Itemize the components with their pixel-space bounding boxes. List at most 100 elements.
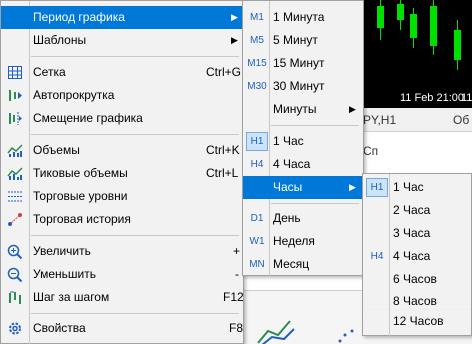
period-item-label: Месяц <box>273 257 310 271</box>
menu-item-label: Торговая история <box>33 212 131 226</box>
menu-item-step-by-step[interactable]: Шаг за шагом F12 <box>1 286 244 309</box>
grid-icon <box>7 65 23 80</box>
menu-item-label: Сетка <box>33 65 66 79</box>
menu-item-label: Уменьшить <box>33 267 96 281</box>
autoscroll-icon <box>7 88 23 103</box>
menu-item-trade-levels[interactable]: Торговые уровни <box>1 185 243 208</box>
hours-submenu: H1 1 Час 2 Часа 3 Часа H4 4 Часа 6 Часов… <box>362 173 472 313</box>
period-item-label: 1 Час <box>273 134 304 148</box>
chart-tab-label[interactable]: PY,H1 <box>363 113 396 127</box>
chart-shift-icon <box>7 111 23 126</box>
timeframe-code: M30 <box>247 81 267 92</box>
timeframe-code: MN <box>249 259 265 270</box>
menu-item-label: Торговые уровни <box>33 189 128 203</box>
submenu-arrow-icon: ▶ <box>231 12 238 22</box>
menu-item-label: Объемы <box>33 143 80 157</box>
menu-item-autoscroll[interactable]: Автопрокрутка <box>1 84 243 107</box>
period-item-mn[interactable]: MN Месяц <box>243 253 363 276</box>
hours-item-3[interactable]: 3 Часа <box>363 222 471 245</box>
shortcut-label: F8 <box>229 321 244 335</box>
period-submenu: M1 1 Минута M5 5 Минут M15 15 Минут M30 … <box>242 0 364 277</box>
shortcut-label: - <box>235 267 239 281</box>
zoom-in-icon <box>7 244 23 260</box>
hours-item-4[interactable]: H4 4 Часа <box>363 245 471 268</box>
menu-item-grid[interactable]: Сетка Ctrl+G <box>1 61 243 84</box>
submenu-arrow-icon: ▶ <box>349 104 356 114</box>
menu-item-tick-volumes[interactable]: Тиковые объемы Ctrl+L <box>1 162 243 185</box>
time-axis-label: 11 <box>461 92 472 104</box>
time-axis-label: 11 Feb 21:00 <box>400 92 465 104</box>
chart-tab-strip: PY,H1 Об <box>355 108 472 132</box>
hours-item-label: 1 Час <box>393 180 424 194</box>
period-item-m30[interactable]: M30 30 Минут <box>243 75 363 98</box>
period-item-label: 4 Часа <box>273 157 311 171</box>
period-item-d1[interactable]: D1 День <box>243 207 363 230</box>
timeframe-code: W1 <box>249 236 265 247</box>
menu-item-label: Автопрокрутка <box>33 88 115 102</box>
shortcut-label: + <box>233 244 241 258</box>
period-item-m1[interactable]: M1 1 Минута <box>243 6 363 29</box>
period-item-hours[interactable]: Часы ▶ <box>243 176 363 199</box>
hours-item-label: 2 Часа <box>393 203 431 217</box>
chart-context-menu: Период графика ▶ Шаблоны ▶ Сетка Ctrl+G … <box>0 0 244 344</box>
trade-levels-icon <box>7 189 23 204</box>
hours-item-12[interactable]: 12 Часов <box>363 310 471 333</box>
shortcut-label: F12 <box>223 290 244 304</box>
submenu-arrow-icon: ▶ <box>231 35 238 45</box>
menu-item-templates[interactable]: Шаблоны ▶ <box>1 29 243 52</box>
menu-item-volumes[interactable]: Объемы Ctrl+K <box>1 139 243 162</box>
period-item-label: День <box>273 211 301 225</box>
timeframe-code: H1 <box>370 182 384 193</box>
hours-item-label: 12 Часов <box>393 314 444 328</box>
menu-item-label: Период графика <box>33 10 125 24</box>
menu-item-trade-history[interactable]: Торговая история <box>1 208 243 231</box>
menu-item-properties[interactable]: Свойства F8 <box>1 317 243 340</box>
hours-item-8[interactable]: 8 Часов <box>363 291 471 311</box>
timeframe-code: H1 <box>250 136 264 147</box>
menu-item-label: Увеличить <box>33 244 91 258</box>
period-item-label: 15 Минут <box>273 56 325 70</box>
submenu-arrow-icon: ▶ <box>349 182 356 192</box>
zoom-out-icon <box>7 267 23 283</box>
tick-volumes-icon <box>7 166 23 181</box>
period-item-m5[interactable]: M5 5 Минут <box>243 29 363 52</box>
timeframe-code: M1 <box>250 12 264 23</box>
period-item-m15[interactable]: M15 15 Минут <box>243 52 363 75</box>
period-item-label: 5 Минут <box>273 33 318 47</box>
timeframe-code: H4 <box>370 251 384 262</box>
timeframe-code: M5 <box>250 35 264 46</box>
menu-item-label: Шаблоны <box>33 33 87 47</box>
hours-item-label: 8 Часов <box>393 294 437 308</box>
period-item-h1[interactable]: H1 1 Час <box>243 130 363 153</box>
hours-item-label: 4 Часа <box>393 249 431 263</box>
hours-item-6[interactable]: 6 Часов <box>363 268 471 291</box>
timeframe-code: D1 <box>250 213 264 224</box>
period-item-minutes[interactable]: Минуты ▶ <box>243 98 363 121</box>
shortcut-label: Ctrl+L <box>206 166 239 180</box>
menu-item-zoom-out[interactable]: Уменьшить - <box>1 263 243 286</box>
period-item-label: Минуты <box>273 102 317 116</box>
shortcut-label: Ctrl+G <box>206 65 242 79</box>
menu-item-zoom-in[interactable]: Увеличить + <box>1 240 243 263</box>
menu-item-label: Тиковые объемы <box>33 166 128 180</box>
menu-item-chart-period[interactable]: Период графика ▶ <box>1 6 243 29</box>
timeframe-code: M15 <box>247 58 267 69</box>
period-item-label: Часы <box>273 180 303 194</box>
step-icon <box>7 290 23 305</box>
timeframe-code: H4 <box>250 159 264 170</box>
properties-icon <box>7 321 23 336</box>
period-item-w1[interactable]: W1 Неделя <box>243 230 363 253</box>
period-item-label: 30 Минут <box>273 79 325 93</box>
hours-item-2[interactable]: 2 Часа <box>363 199 471 222</box>
period-item-h4[interactable]: H4 4 Часа <box>243 153 363 176</box>
menu-item-label: Шаг за шагом <box>33 290 110 304</box>
shortcut-label: Ctrl+K <box>206 143 240 157</box>
panel-header-label: Об <box>453 113 470 127</box>
trade-history-icon <box>7 212 23 227</box>
menu-item-chart-shift[interactable]: Смещение графика <box>1 107 243 130</box>
menu-item-label: Свойства <box>33 321 86 335</box>
hours-item-1[interactable]: H1 1 Час <box>363 176 471 199</box>
hours-submenu-tail: 12 Часов <box>362 310 472 336</box>
period-item-label: 1 Минута <box>273 10 325 24</box>
hours-item-label: 6 Часов <box>393 272 437 286</box>
